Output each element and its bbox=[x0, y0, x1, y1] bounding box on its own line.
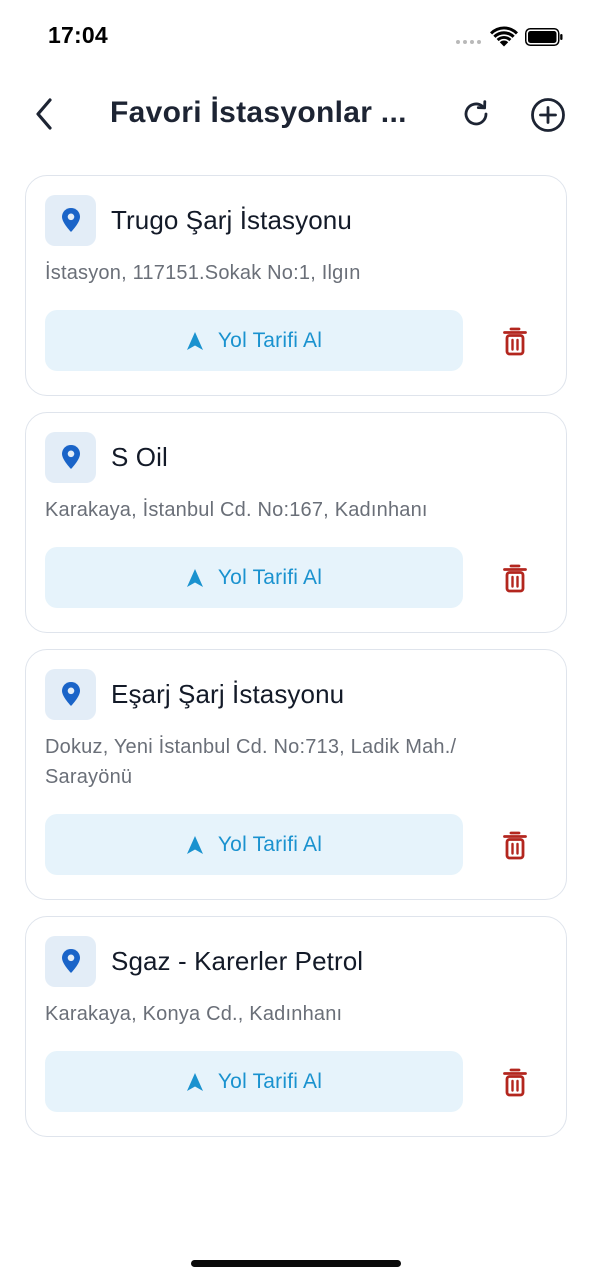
station-name: Sgaz - Karerler Petrol bbox=[111, 945, 364, 976]
wifi-icon bbox=[490, 26, 518, 47]
navigation-arrow-icon bbox=[186, 568, 203, 587]
location-pin-icon bbox=[45, 194, 96, 246]
get-directions-label: Yol Tarifi Al bbox=[217, 1069, 323, 1093]
page-title: Favori İstasyonlar ... bbox=[110, 96, 407, 129]
station-address: Dokuz, Yeni İstanbul Cd. No:713, Ladik M… bbox=[45, 736, 457, 788]
delete-button[interactable] bbox=[495, 1062, 535, 1102]
chevron-left-icon bbox=[36, 98, 52, 130]
refresh-icon bbox=[464, 100, 488, 126]
get-directions-label: Yol Tarifi Al bbox=[217, 565, 323, 589]
status-bar: 17:04 bbox=[0, 0, 591, 76]
trash-icon bbox=[503, 327, 527, 355]
delete-button[interactable] bbox=[495, 321, 535, 361]
battery-icon bbox=[525, 28, 563, 46]
plus-circle-icon bbox=[531, 98, 565, 132]
trash-icon bbox=[503, 1068, 527, 1096]
location-pin-icon bbox=[45, 431, 96, 483]
favorite-stations-list: Trugo Şarj İstasyonu İstasyon, 117151.So… bbox=[25, 175, 567, 1137]
navigation-arrow-icon bbox=[186, 835, 203, 854]
delete-button[interactable] bbox=[495, 558, 535, 598]
station-card[interactable]: S Oil Karakaya, İstanbul Cd. No:167, Kad… bbox=[25, 412, 567, 633]
app-header: Favori İstasyonlar ... bbox=[0, 76, 591, 152]
get-directions-button[interactable]: Yol Tarifi Al bbox=[45, 814, 463, 875]
get-directions-label: Yol Tarifi Al bbox=[217, 328, 323, 352]
station-name: Eşarj Şarj İstasyonu bbox=[111, 678, 345, 709]
trash-icon bbox=[503, 564, 527, 592]
delete-button[interactable] bbox=[495, 825, 535, 865]
refresh-button[interactable] bbox=[456, 94, 496, 134]
get-directions-button[interactable]: Yol Tarifi Al bbox=[45, 1051, 463, 1112]
station-name: S Oil bbox=[111, 441, 168, 472]
back-button[interactable] bbox=[24, 94, 64, 134]
navigation-arrow-icon bbox=[186, 331, 203, 350]
cellular-signal-icon bbox=[456, 40, 481, 44]
station-card[interactable]: Sgaz - Karerler Petrol Karakaya, Konya C… bbox=[25, 916, 567, 1137]
location-pin-icon bbox=[45, 935, 96, 987]
station-address: İstasyon, 117151.Sokak No:1, Ilgın bbox=[45, 262, 361, 284]
get-directions-label: Yol Tarifi Al bbox=[217, 832, 323, 856]
station-address: Karakaya, İstanbul Cd. No:167, Kadınhanı bbox=[45, 499, 428, 521]
location-pin-icon bbox=[45, 668, 96, 720]
navigation-arrow-icon bbox=[186, 1072, 203, 1091]
get-directions-button[interactable]: Yol Tarifi Al bbox=[45, 547, 463, 608]
get-directions-button[interactable]: Yol Tarifi Al bbox=[45, 310, 463, 371]
status-time: 17:04 bbox=[48, 22, 108, 48]
trash-icon bbox=[503, 831, 527, 859]
station-address: Karakaya, Konya Cd., Kadınhanı bbox=[45, 1003, 343, 1025]
add-station-button[interactable] bbox=[527, 94, 569, 136]
station-card[interactable]: Trugo Şarj İstasyonu İstasyon, 117151.So… bbox=[25, 175, 567, 396]
station-card[interactable]: Eşarj Şarj İstasyonu Dokuz, Yeni İstanbu… bbox=[25, 649, 567, 900]
station-name: Trugo Şarj İstasyonu bbox=[111, 204, 352, 235]
home-indicator[interactable] bbox=[191, 1260, 401, 1267]
